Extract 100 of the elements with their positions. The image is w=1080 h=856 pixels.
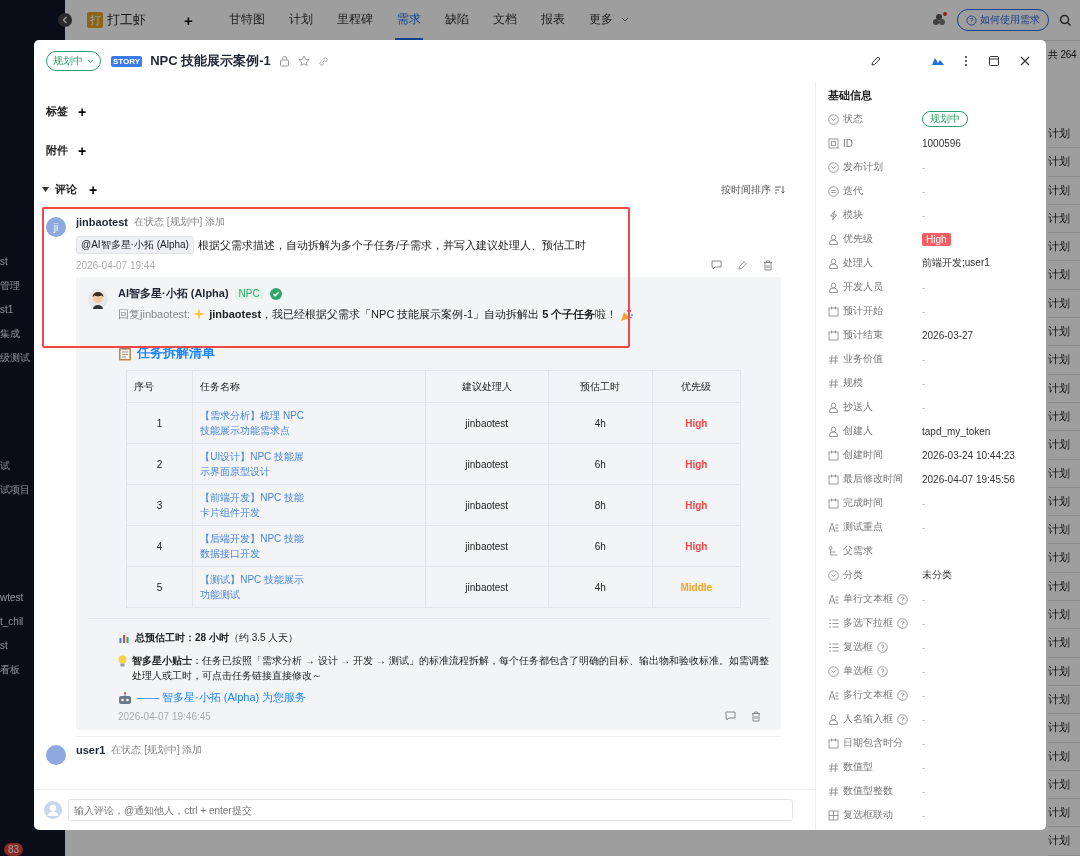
table-cell: jinbaotest: [425, 484, 549, 526]
table-cell: 计划: [1048, 346, 1080, 375]
column-header: 预估工时: [548, 370, 653, 403]
field-label: 单选框: [843, 664, 873, 678]
field-label: 单行文本框: [843, 592, 893, 606]
flower-icon[interactable]: [931, 12, 947, 28]
link-icon[interactable]: [317, 55, 329, 67]
person-icon: [828, 281, 839, 293]
mention-chip[interactable]: @AI智多星·小拓 (Alpha): [76, 236, 194, 254]
project-name[interactable]: 打工虾: [107, 11, 146, 29]
field-label: 迭代: [843, 184, 863, 198]
table-cell: 计划: [1048, 827, 1080, 856]
delete-icon[interactable]: [751, 711, 761, 722]
total-count: 共 264: [1048, 48, 1078, 62]
field-label: 发布计划: [843, 160, 883, 174]
add-button[interactable]: +: [89, 181, 98, 198]
chevron-icon: [620, 17, 629, 23]
nav-tab[interactable]: 报表: [538, 0, 567, 40]
hash-icon: [828, 377, 839, 389]
delete-icon[interactable]: [763, 260, 773, 271]
field-label: 创建时间: [843, 448, 883, 462]
search-icon[interactable]: [1059, 13, 1072, 27]
hierarchy-icon: [828, 545, 839, 557]
table-cell: 4h: [548, 566, 653, 608]
lock-icon[interactable]: [278, 55, 290, 67]
status-dropdown[interactable]: 规划中: [46, 51, 101, 71]
field-value: -: [922, 665, 926, 677]
table-cell: 计划: [1048, 544, 1080, 573]
reply-icon[interactable]: [711, 260, 722, 270]
nav-tab[interactable]: 更多: [586, 0, 615, 40]
table-cell: 4: [126, 525, 193, 567]
nav-tab[interactable]: 缺陷: [442, 0, 471, 40]
nav-tab[interactable]: 甘特图: [226, 0, 267, 40]
comment-input[interactable]: 输入评论，@通知他人，ctrl + enter提交: [68, 799, 793, 821]
table-cell: 计划: [1048, 374, 1080, 403]
edit-icon[interactable]: [870, 55, 882, 67]
caret-icon[interactable]: [42, 187, 49, 192]
field-label: 预计开始: [843, 304, 883, 318]
more-icon[interactable]: [964, 55, 968, 67]
help-icon[interactable]: [877, 641, 888, 653]
list-icon: [828, 617, 839, 629]
help-icon[interactable]: [897, 713, 908, 725]
field-label: 复选框: [843, 640, 873, 654]
table-cell: 计划: [1048, 120, 1080, 149]
field-value: -: [922, 689, 926, 701]
priority-cell: High: [652, 443, 741, 485]
star-icon[interactable]: [297, 55, 310, 67]
field-label: 数值型整数: [843, 784, 893, 798]
help-icon[interactable]: [897, 689, 908, 701]
field-label: 数值型: [843, 760, 873, 774]
field-label: ID: [843, 137, 853, 149]
help-button[interactable]: 如何使用需求: [957, 9, 1049, 31]
field-value: -: [922, 353, 926, 365]
mountain-icon[interactable]: [932, 57, 944, 65]
priority-cell: Middle: [652, 566, 741, 608]
field-label: 抄送人: [843, 400, 873, 414]
window-icon[interactable]: [988, 55, 1000, 67]
close-icon[interactable]: [1020, 56, 1030, 66]
table-cell: 2: [126, 443, 193, 485]
comment-meta: 在状态 [规划中] 添加: [133, 215, 226, 229]
help-icon[interactable]: [877, 665, 888, 677]
field-value: 未分类: [922, 568, 952, 582]
table-cell: jinbaotest: [425, 525, 549, 567]
table-cell: 计划: [1048, 572, 1080, 602]
add-button[interactable]: +: [78, 142, 87, 159]
help-icon[interactable]: [897, 617, 908, 629]
type-tag: STORY: [111, 55, 143, 67]
party-popper-icon: [620, 307, 635, 322]
reply-text: jinbaotest，我已经根据父需求「NPC 技能展示案例-1」自动拆解出 5 个子任务啦！: [209, 307, 618, 322]
bolt-icon: [828, 209, 839, 221]
field-label: 开发人员: [843, 280, 883, 294]
field-value: -: [922, 185, 926, 197]
field-label: 测试重点: [843, 520, 883, 534]
collapse-button[interactable]: [58, 13, 72, 27]
nav-tab[interactable]: 里程碑: [334, 0, 375, 40]
story-title: NPC 技能展示案例-1: [150, 52, 271, 70]
field-label: 预计结束: [843, 328, 883, 342]
field-value: -: [922, 281, 926, 293]
field-label: 规模: [843, 376, 863, 390]
id-icon: [828, 137, 839, 149]
field-label: 人名输入框: [843, 712, 893, 726]
field-label: 分类: [843, 568, 863, 582]
help-icon[interactable]: [897, 593, 908, 605]
sort-icon: [775, 185, 785, 194]
calendar-icon: [828, 449, 839, 461]
nav-tab[interactable]: 文档: [490, 0, 519, 40]
nav-tab[interactable]: 计划: [286, 0, 315, 40]
add-button[interactable]: +: [184, 11, 193, 29]
table-cell: 计划: [1048, 289, 1080, 319]
add-button[interactable]: +: [78, 103, 87, 120]
sort-button[interactable]: 按时间排序: [715, 181, 791, 198]
field-value: -: [922, 641, 926, 653]
question-icon: [966, 14, 977, 26]
column-header: 优先级: [652, 370, 741, 403]
field-value: -: [922, 713, 926, 725]
field-value: -: [922, 401, 926, 413]
signature-link[interactable]: —— 智多星·小拓 (Alpha) 为您服务: [137, 690, 307, 705]
table-cell: 计划: [1048, 601, 1080, 630]
reply-icon[interactable]: [725, 711, 736, 721]
table-cell: jinbaotest: [425, 443, 549, 485]
